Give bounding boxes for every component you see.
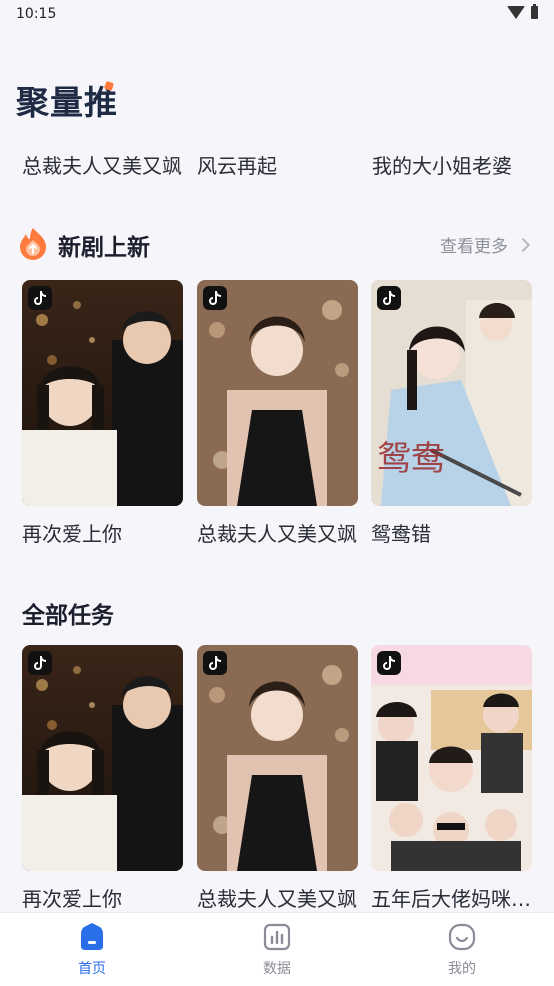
profile-icon — [446, 921, 478, 953]
drama-poster: 鸳鸯 — [371, 280, 532, 506]
status-icons — [507, 4, 538, 19]
task-card[interactable]: 总裁夫人又美又飒 — [197, 645, 358, 912]
tiktok-icon — [377, 286, 401, 310]
status-bar: 10:15 — [0, 0, 554, 30]
tiktok-icon — [203, 651, 227, 675]
tab-label: 首页 — [78, 961, 106, 977]
task-poster — [371, 645, 532, 871]
hot-list: 总裁夫人又美又飒 风云再起 我的大小姐老婆 — [0, 150, 554, 180]
view-more-link[interactable]: 查看更多 — [440, 232, 531, 257]
task-card[interactable]: 五年后大佬妈咪又美又飒 — [371, 645, 532, 912]
app-title: 聚量推 — [16, 83, 118, 122]
tiktok-icon — [203, 286, 227, 310]
chevron-right-icon — [515, 237, 531, 252]
hot-item[interactable]: 总裁夫人又美又飒 — [22, 150, 184, 179]
svg-text:鸳鸯: 鸳鸯 — [377, 439, 445, 479]
hot-item[interactable]: 风云再起 — [197, 150, 357, 179]
new-dramas-header: 新剧上新 查看更多 — [0, 224, 554, 264]
drama-title: 鸳鸯错 — [371, 522, 431, 546]
tab-profile[interactable]: 我的 — [402, 921, 522, 978]
home-icon — [76, 921, 108, 953]
task-title: 再次爱上你 — [22, 887, 122, 911]
drama-card[interactable]: 再次爱上你 — [22, 280, 183, 547]
drama-poster — [22, 280, 183, 506]
tab-home[interactable]: 首页 — [32, 921, 152, 978]
hot-item[interactable]: 我的大小姐老婆 — [372, 150, 532, 179]
view-more-label: 查看更多 — [440, 237, 508, 257]
task-poster — [22, 645, 183, 871]
status-time: 10:15 — [16, 6, 57, 22]
tiktok-icon — [377, 651, 401, 675]
drama-card[interactable]: 总裁夫人又美又飒 — [197, 280, 358, 547]
tab-label: 我的 — [448, 961, 476, 977]
wifi-icon — [507, 6, 525, 19]
tab-data[interactable]: 数据 — [217, 921, 337, 978]
task-poster — [197, 645, 358, 871]
drama-title: 总裁夫人又美又飒 — [197, 522, 357, 546]
battery-icon — [531, 4, 538, 19]
tiktok-icon — [28, 286, 52, 310]
drama-card[interactable]: 鸳鸯 鸳鸯错 — [371, 280, 532, 547]
task-title: 总裁夫人又美又飒 — [197, 887, 357, 911]
tab-label: 数据 — [263, 961, 291, 977]
section-title-tasks: 全部任务 — [22, 603, 114, 629]
drama-title: 再次爱上你 — [22, 522, 122, 546]
drama-poster — [197, 280, 358, 506]
section-title-new: 新剧上新 — [58, 235, 150, 261]
task-card[interactable]: 再次爱上你 — [22, 645, 183, 912]
chart-icon — [261, 921, 293, 953]
all-tasks-header: 全部任务 — [0, 592, 554, 632]
flame-icon — [20, 228, 46, 260]
bottom-tab-bar: 首页 数据 我的 — [0, 912, 554, 986]
tiktok-icon — [28, 651, 52, 675]
task-title: 五年后大佬妈咪又美又飒 — [371, 887, 532, 911]
